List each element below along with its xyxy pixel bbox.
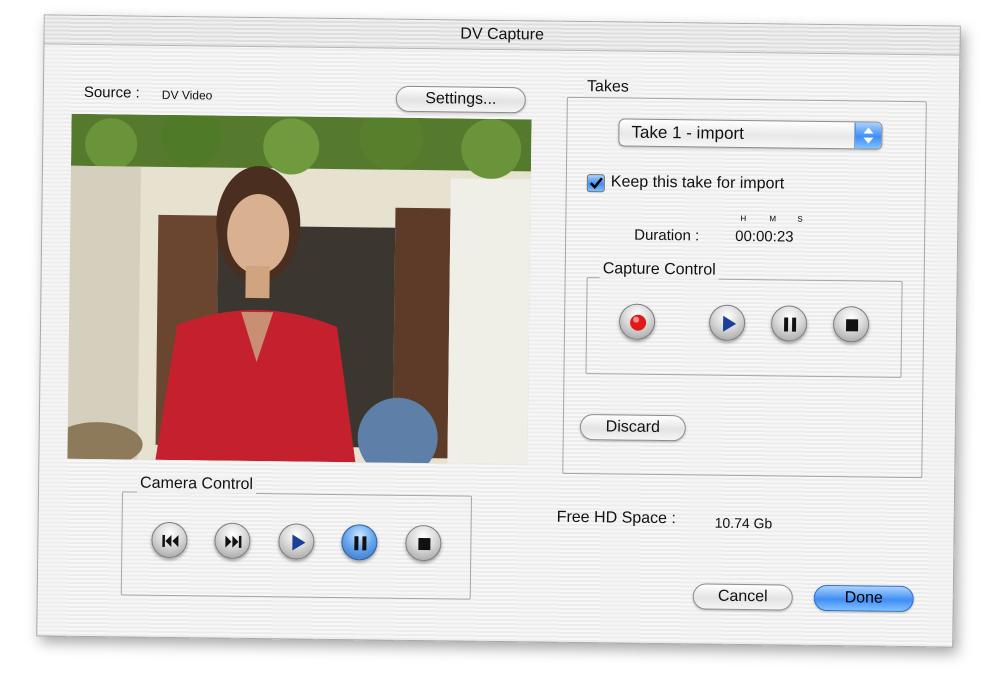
stop-icon <box>846 319 859 332</box>
camera-stop-button[interactable] <box>405 524 442 562</box>
discard-button[interactable]: Discard <box>579 414 686 442</box>
checkmark-icon <box>589 177 603 190</box>
camera-fast-forward-button[interactable] <box>214 522 251 559</box>
capture-pause-button[interactable] <box>770 305 808 342</box>
stage: DV Capture Source : DV Video Settings... <box>0 0 1000 687</box>
camera-control-title: Camera Control <box>136 474 257 495</box>
play-icon <box>292 534 306 551</box>
duration-label: Duration : <box>634 226 700 245</box>
capture-control-title: Capture Control <box>599 260 719 280</box>
stop-icon <box>418 538 431 551</box>
camera-play-button[interactable] <box>278 523 315 560</box>
pause-icon <box>354 536 367 551</box>
camera-pause-button[interactable] <box>341 524 378 561</box>
free-hd-space-value: 10.74 Gb <box>714 514 773 532</box>
capture-stop-button[interactable] <box>832 306 870 343</box>
fast-forward-icon <box>225 535 242 548</box>
duration-hours-unit: H <box>740 213 748 224</box>
keep-take-label: Keep this take for import <box>610 173 785 193</box>
done-button[interactable]: Done <box>813 584 914 613</box>
keep-take-checkbox[interactable] <box>586 174 605 193</box>
rewind-icon <box>162 534 179 548</box>
video-preview <box>67 113 532 465</box>
cancel-button[interactable]: Cancel <box>692 583 793 611</box>
play-icon <box>723 315 737 332</box>
settings-button[interactable]: Settings... <box>395 85 526 114</box>
selected-take: Take 1 - import <box>631 122 744 143</box>
window-title: DV Capture <box>460 25 545 44</box>
duration-seconds-unit: S <box>797 214 804 224</box>
record-icon <box>630 314 647 331</box>
camera-rewind-button[interactable] <box>151 521 188 559</box>
source-label: Source : <box>83 83 140 102</box>
dv-capture-dialog: DV Capture Source : DV Video Settings... <box>36 14 961 648</box>
updown-arrows-icon <box>854 122 882 149</box>
video-frame-image <box>67 113 532 465</box>
title-bar[interactable]: DV Capture <box>44 15 960 56</box>
capture-play-button[interactable] <box>708 304 746 342</box>
takes-group-title: Takes <box>583 78 632 97</box>
take-selector[interactable]: Take 1 - import <box>618 118 883 150</box>
duration-minutes-unit: M <box>769 214 778 224</box>
source-value: DV Video <box>161 87 213 103</box>
pause-icon <box>784 317 797 332</box>
capture-record-button[interactable] <box>618 303 656 340</box>
duration-value: 00:00:23 <box>735 227 794 246</box>
free-hd-space-label: Free HD Space : <box>556 508 676 528</box>
